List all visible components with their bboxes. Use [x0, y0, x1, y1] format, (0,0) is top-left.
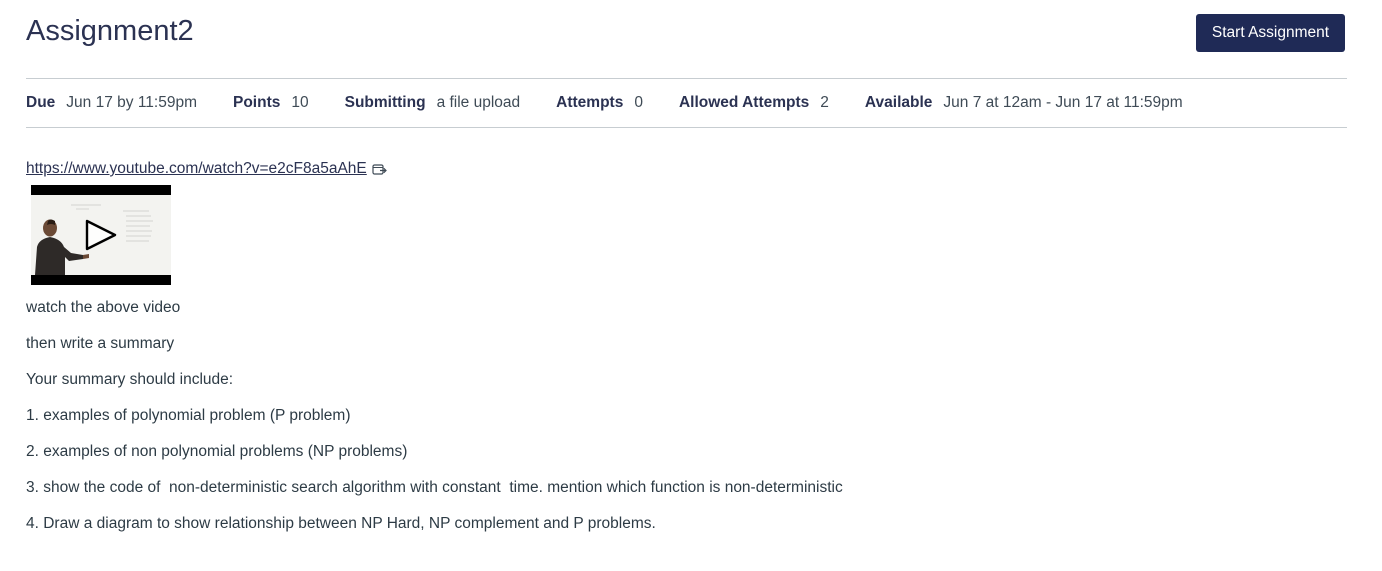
- instruction-paragraph: then write a summary: [26, 335, 175, 352]
- assignment-page: Assignment2 Start Assignment Due Jun 17 …: [0, 0, 1382, 571]
- detail-value: 10: [291, 94, 309, 111]
- instruction-paragraph: watch the above video: [26, 299, 181, 316]
- video-frame: [31, 195, 171, 275]
- instruction-paragraph: Your summary should include:: [26, 371, 234, 388]
- start-assignment-button[interactable]: Start Assignment: [1196, 14, 1345, 52]
- instruction-list-item: 4. Draw a diagram to show relationship b…: [26, 515, 656, 532]
- detail-value: Jun 7 at 12am - Jun 17 at 11:59pm: [943, 94, 1183, 111]
- external-link-icon[interactable]: [372, 162, 388, 176]
- detail-label: Attempts: [556, 94, 624, 111]
- detail-attempts: Attempts 0: [556, 92, 643, 114]
- detail-value: a file upload: [436, 94, 521, 111]
- instruction-list-item: 1. examples of polynomial problem (P pro…: [26, 407, 351, 424]
- detail-label: Allowed Attempts: [678, 94, 810, 111]
- instruction-list-item: 2. examples of non polynomial problems (…: [26, 443, 408, 460]
- details-bottom-divider: [26, 127, 1347, 128]
- detail-due: Due Jun 17 by 11:59pm: [26, 92, 197, 114]
- detail-label: Due: [26, 94, 56, 111]
- detail-available: Available Jun 7 at 12am - Jun 17 at 11:5…: [865, 92, 1183, 114]
- detail-value: 0: [634, 94, 643, 111]
- details-top-divider: [26, 78, 1347, 79]
- detail-submitting: Submitting a file upload: [345, 92, 521, 114]
- detail-value: 2: [820, 94, 829, 111]
- instruction-list-item: 3. show the code of non-deterministic se…: [26, 479, 843, 496]
- detail-allowed-attempts: Allowed Attempts 2: [679, 92, 829, 114]
- video-link[interactable]: https://www.youtube.com/watch?v=e2cF8a5a…: [26, 160, 367, 178]
- video-thumbnail[interactable]: [31, 185, 171, 285]
- assignment-details: Due Jun 17 by 11:59pm Points 10 Submitti…: [26, 92, 1219, 114]
- page-title: Assignment2: [26, 15, 194, 47]
- video-link-row: https://www.youtube.com/watch?v=e2cF8a5a…: [26, 158, 388, 180]
- detail-label: Points: [233, 94, 281, 111]
- detail-value: Jun 17 by 11:59pm: [66, 94, 197, 111]
- detail-points: Points 10: [233, 92, 309, 114]
- detail-label: Submitting: [344, 94, 426, 111]
- detail-label: Available: [864, 94, 933, 111]
